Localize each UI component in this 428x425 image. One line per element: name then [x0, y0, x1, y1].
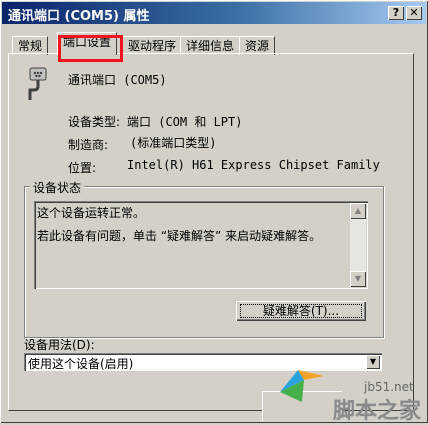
status-line-1: 这个设备运转正常。	[37, 206, 146, 220]
status-text-area[interactable]: 这个设备运转正常。 若此设备有问题，单击 “疑难解答” 来启动疑难解答。 ▲ ▼	[34, 201, 368, 289]
close-button[interactable]: ✕	[406, 6, 422, 20]
manufacturer-value: (标准端口类型)	[130, 136, 217, 150]
serial-port-icon	[28, 67, 47, 100]
troubleshoot-button[interactable]: 疑难解答(T)...	[236, 301, 366, 321]
vertical-scrollbar[interactable]: ▲ ▼	[350, 203, 366, 287]
chevron-down-icon[interactable]: ▼	[366, 355, 380, 369]
site-logo-icon	[280, 370, 324, 402]
watermark-url: jb51.net	[364, 380, 414, 394]
status-line-2: 若此设备有问题，单击 “疑难解答” 来启动疑难解答。	[37, 229, 322, 243]
location-value: Intel(R) H61 Express Chipset Family LPC …	[127, 158, 384, 172]
help-button[interactable]: ?	[388, 6, 404, 20]
manufacturer-label: 制造商:	[68, 138, 109, 152]
properties-dialog: 通讯端口 (COM5) 属性 ? ✕ 常规 端口设置 驱动程序 详细信息 资源 …	[0, 0, 428, 424]
device-type-label: 设备类型:	[68, 115, 121, 129]
device-name: 通讯端口 (COM5)	[68, 73, 167, 87]
title-bar[interactable]: 通讯端口 (COM5) 属性 ? ✕	[2, 2, 426, 24]
scroll-down-icon[interactable]: ▼	[350, 271, 366, 287]
scroll-up-icon[interactable]: ▲	[350, 203, 366, 219]
usage-label: 设备用法(D):	[24, 338, 95, 352]
close-icon: ✕	[409, 6, 419, 19]
device-status-title: 设备状态	[30, 179, 85, 196]
location-label: 位置:	[68, 161, 97, 175]
usage-value: 使用这个设备(启用)	[28, 357, 134, 371]
tab-highlight-box	[58, 35, 123, 62]
window-title: 通讯端口 (COM5) 属性	[8, 9, 150, 24]
help-icon: ?	[392, 6, 400, 19]
device-type-value: 端口 (COM 和 LPT)	[127, 115, 243, 129]
watermark-site-name: 脚本之家	[333, 399, 422, 424]
